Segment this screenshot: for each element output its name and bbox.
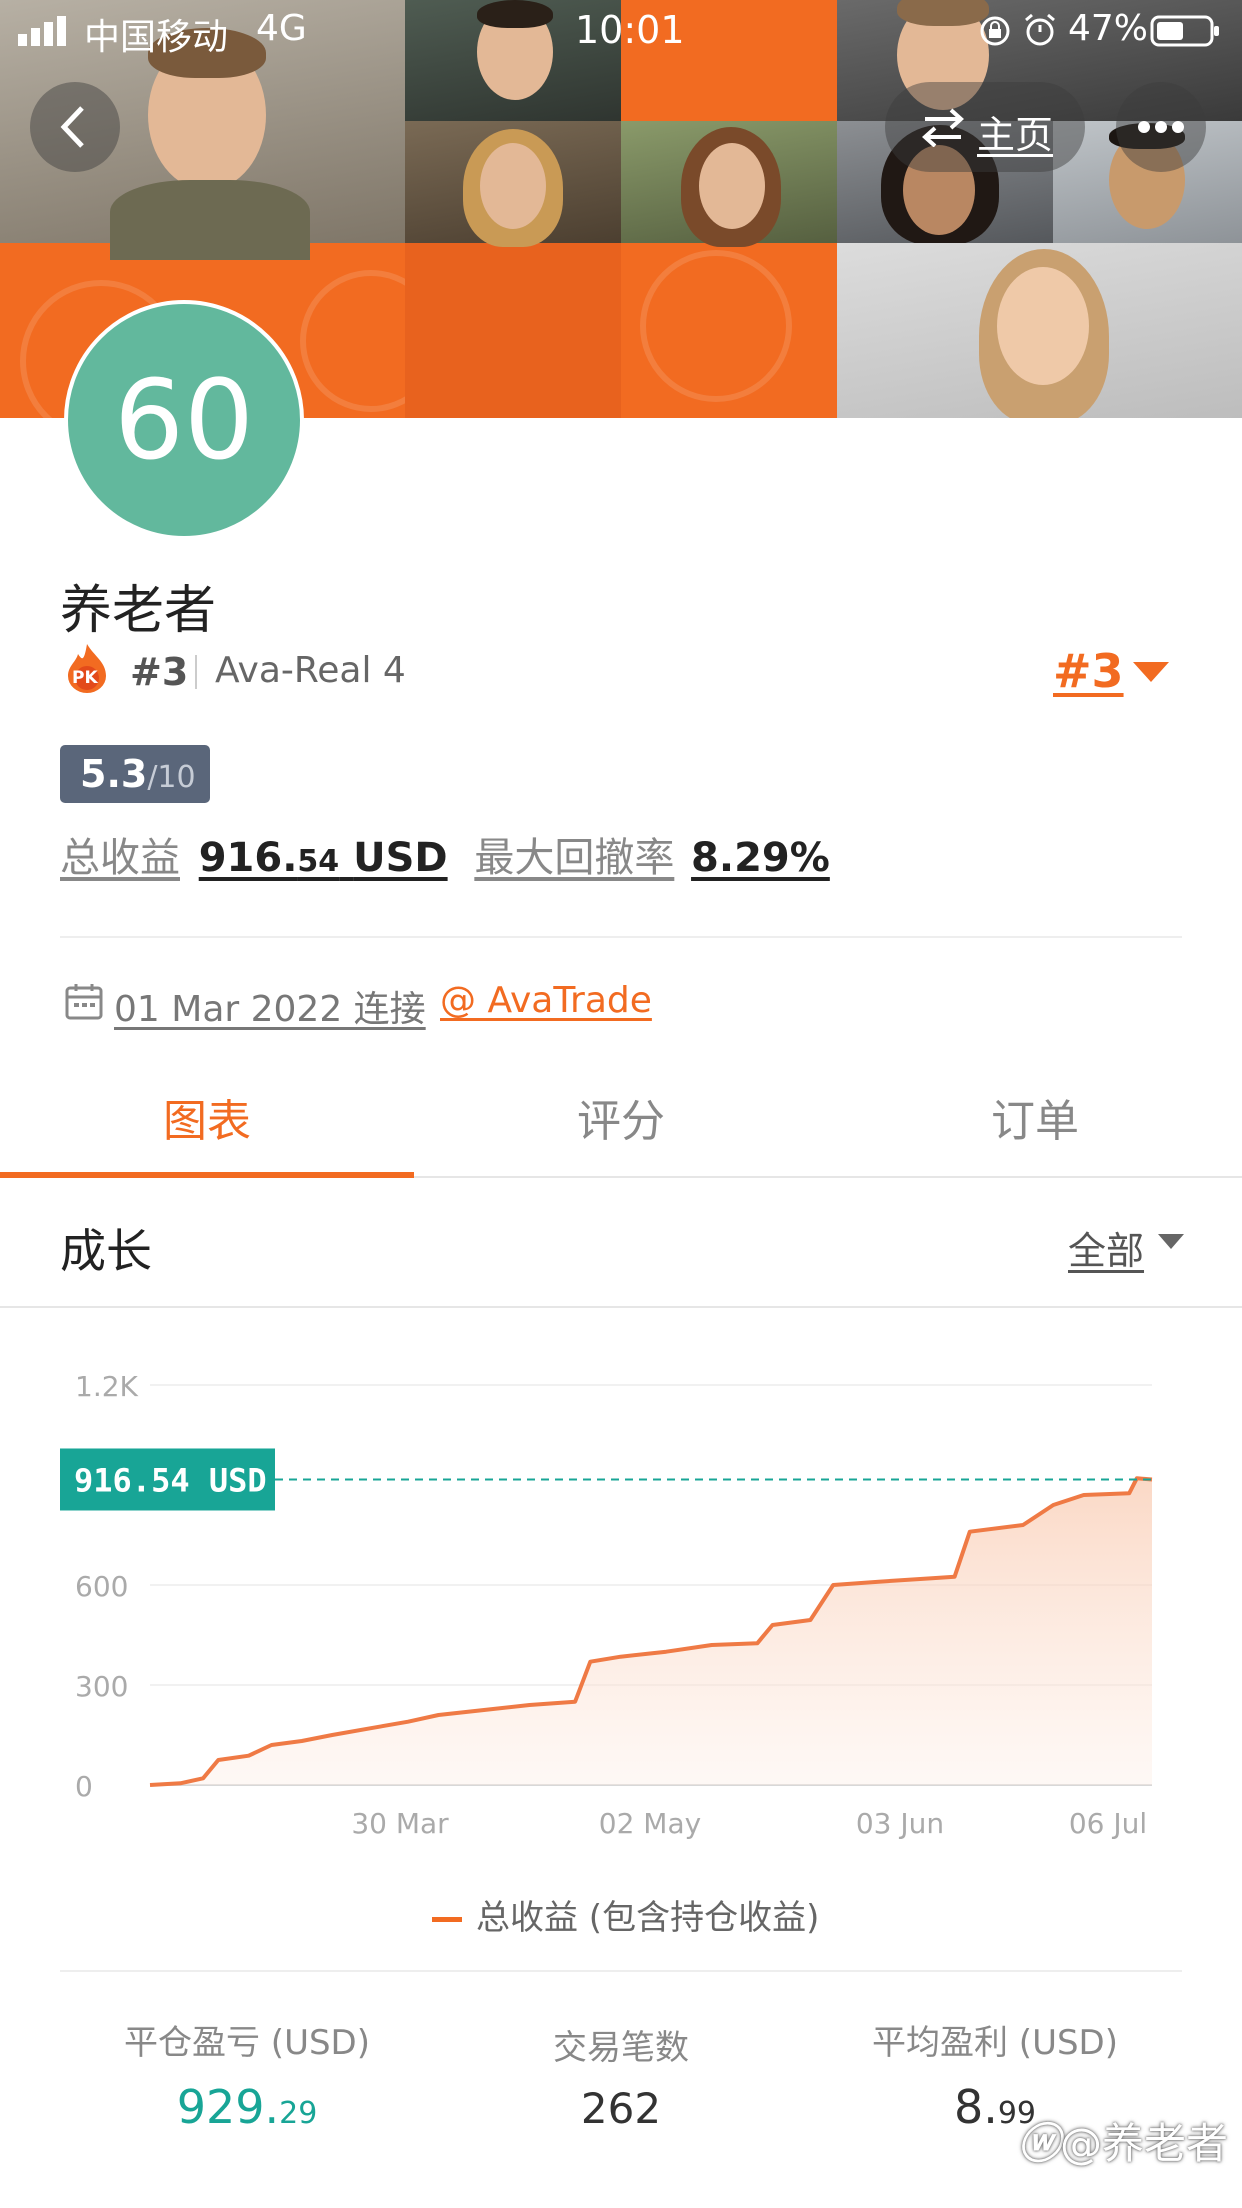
- divider: [0, 1306, 1242, 1308]
- chart-legend: 总收益 (包含持仓收益): [432, 1890, 819, 1939]
- pattern-ring: [640, 250, 792, 402]
- y-tick-label: 600: [75, 1570, 128, 1603]
- calendar-icon: [64, 982, 104, 1026]
- profile-photo-woman: [405, 121, 621, 247]
- score-max: /10: [147, 760, 196, 795]
- score-value: 5.3: [80, 752, 148, 796]
- stat-label-trades: 交易笔数: [553, 2028, 689, 2068]
- legend-label: 总收益 (包含持仓收益): [476, 1898, 820, 1938]
- score-badge: 5.3/10: [60, 745, 210, 803]
- home-label: 主页: [977, 113, 1054, 157]
- stat-value-trades: 262: [580, 2084, 662, 2133]
- signal-icon: [18, 14, 74, 52]
- pk-badge-text: PK: [72, 668, 98, 688]
- avatar: 60: [64, 300, 304, 540]
- status-time: 10:01: [575, 8, 685, 52]
- series-area: [150, 1478, 1152, 1785]
- more-dots-icon: [1138, 121, 1184, 133]
- pattern-tile: [405, 243, 621, 418]
- more-button[interactable]: [1116, 82, 1206, 172]
- tab-score[interactable]: 评分: [414, 1085, 828, 1149]
- tab-indicator: [0, 1172, 414, 1178]
- current-value-label: 916.54 USD: [74, 1461, 267, 1499]
- range-filter[interactable]: 全部: [1068, 1220, 1184, 1275]
- x-tick-label: 02 May: [599, 1807, 701, 1840]
- y-tick-label: 1.2K: [75, 1370, 139, 1403]
- tab-chart[interactable]: 图表: [0, 1085, 414, 1149]
- x-tick-label: 06 Jul: [1069, 1807, 1147, 1840]
- chevron-left-icon: [60, 106, 84, 148]
- max-drawdown-label: 最大回撤率: [474, 835, 675, 881]
- stat-label-closed-pnl: 平仓盈亏 (USD): [124, 2023, 370, 2063]
- rotation-lock-icon: [978, 14, 1012, 52]
- rank-dropdown[interactable]: #3: [1053, 644, 1169, 698]
- y-tick-label: 0: [75, 1770, 93, 1803]
- divider: [60, 1970, 1182, 1972]
- total-profit-unit: USD: [353, 835, 448, 881]
- x-tick-label: 30 Mar: [351, 1807, 449, 1840]
- divider: [60, 936, 1182, 938]
- growth-chart: 1.2K 600 300 0 916.54 USD 30 Mar 02 May 03 Jun 0…: [60, 1370, 1153, 1840]
- legend-swatch: [432, 1917, 462, 1922]
- caret-down-icon: [1133, 662, 1169, 682]
- swap-arrows-icon: [922, 108, 964, 147]
- watermark: ⓦ@养老者: [1018, 2119, 1229, 2168]
- back-button[interactable]: [30, 82, 120, 172]
- weibo-icon: ⓦ: [1018, 2119, 1061, 2168]
- alarm-icon: [1022, 12, 1058, 52]
- total-profit-label: 总收益: [60, 835, 180, 881]
- carrier-label: 中国移动: [84, 17, 229, 58]
- profile-name: 养老者: [60, 581, 217, 641]
- connect-date: 01 Mar 2022 连接: [114, 989, 426, 1030]
- total-profit-int: 916.: [198, 835, 298, 881]
- growth-title: 成长: [60, 1224, 152, 1278]
- stat-label-avg-profit: 平均盈利 (USD): [872, 2023, 1118, 2063]
- battery-percent: 47%: [1068, 8, 1149, 49]
- pk-fire-icon: PK: [64, 642, 110, 694]
- y-tick-label: 300: [75, 1670, 128, 1703]
- home-button[interactable]: 主页: [885, 82, 1085, 172]
- rank-label: #3: [130, 650, 189, 694]
- stat-value-closed-pnl: 929.29: [176, 2080, 318, 2134]
- battery-icon: [1150, 14, 1222, 52]
- profile-photo-woman-2: [621, 121, 837, 247]
- caret-down-icon: [1158, 1234, 1184, 1249]
- range-filter-label: 全部: [1068, 1229, 1145, 1273]
- x-tick-label: 03 Jun: [856, 1807, 944, 1840]
- tab-orders[interactable]: 订单: [828, 1085, 1242, 1149]
- account-label: Ava-Real 4: [215, 650, 406, 691]
- max-drawdown-value: 8.29%: [691, 835, 830, 881]
- network-label: 4G: [256, 8, 307, 49]
- profile-photo-woman-4: [837, 243, 1242, 418]
- profit-summary: 总收益 916.54 USD 最大回撤率 8.29%: [60, 825, 830, 883]
- broker-link[interactable]: @ AvaTrade: [440, 980, 652, 1021]
- divider: [195, 655, 197, 689]
- rank-dropdown-label: #3: [1053, 644, 1124, 698]
- total-profit-dec: 54: [297, 844, 340, 879]
